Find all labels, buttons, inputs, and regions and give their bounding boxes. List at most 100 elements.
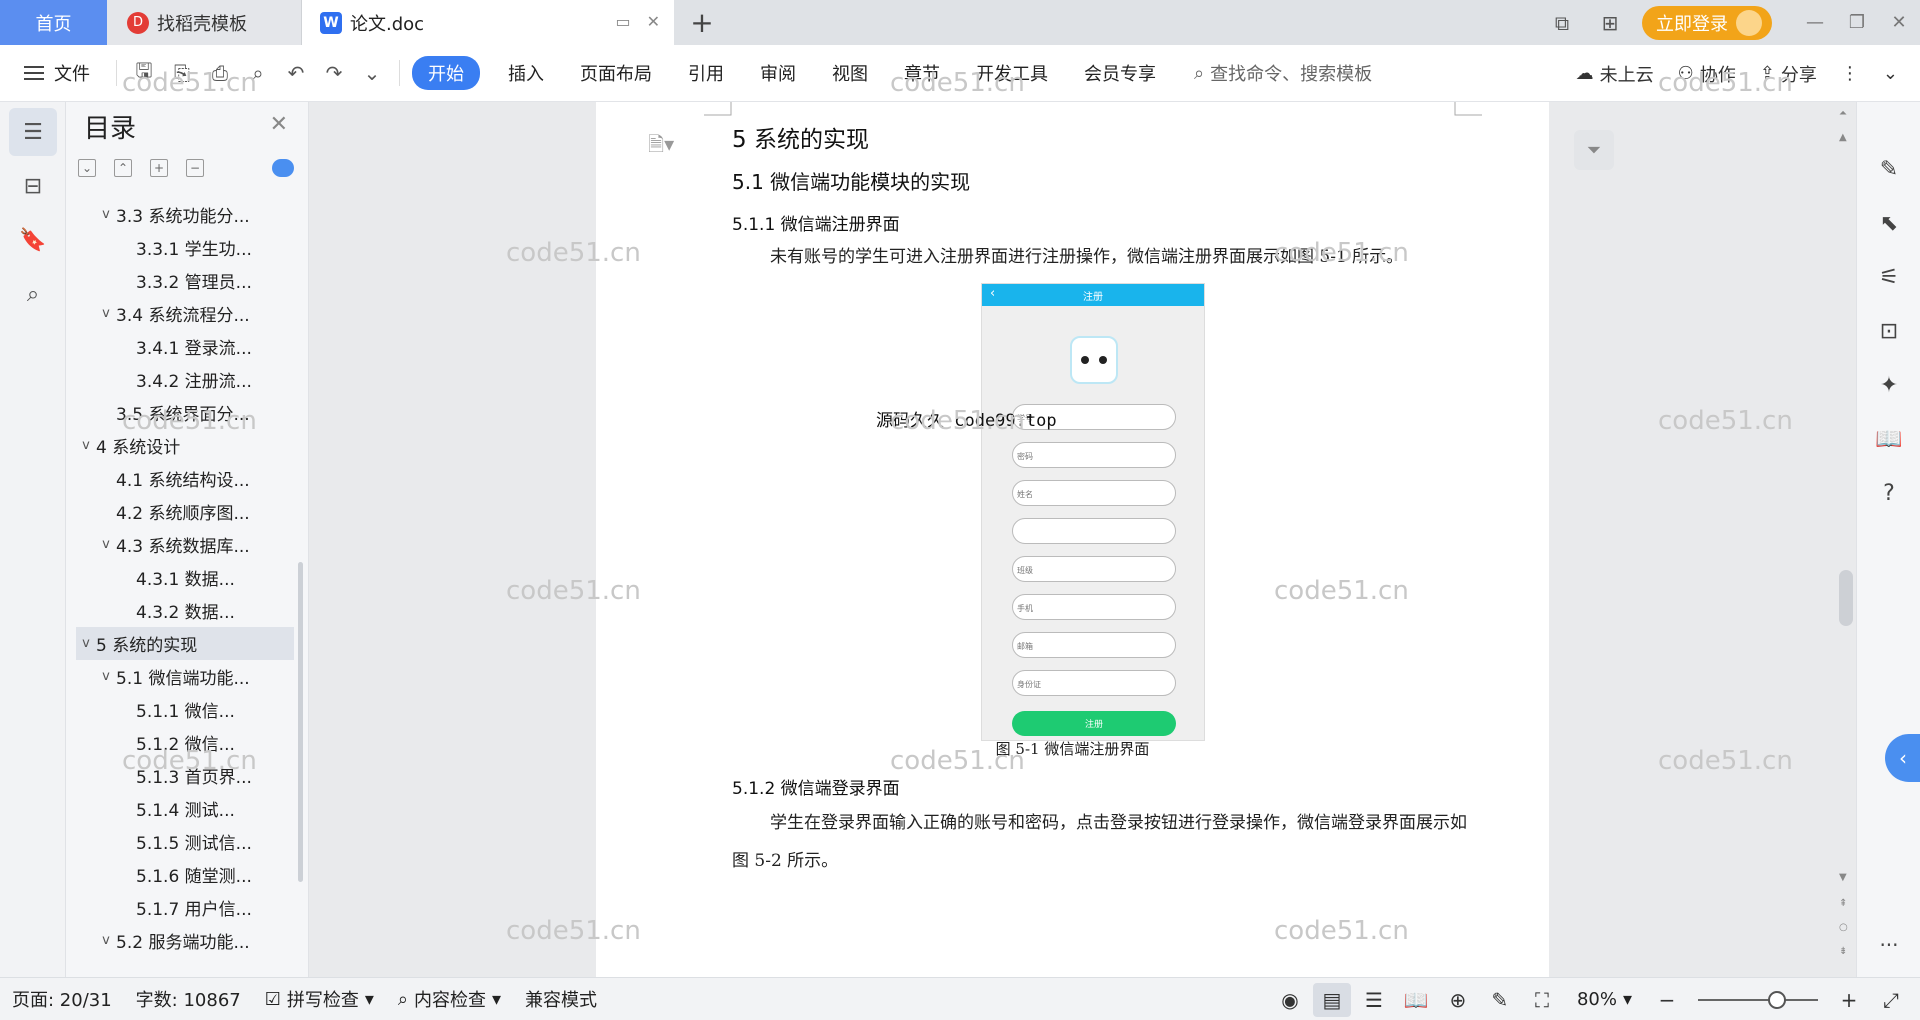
- toc-scrollbar[interactable]: [298, 562, 303, 882]
- command-search[interactable]: ⌕ 查找命令、搜索模板: [1194, 60, 1372, 86]
- ai-spark-icon[interactable]: ✦: [1857, 358, 1920, 412]
- more-horizontal-icon[interactable]: ···: [1857, 933, 1920, 957]
- menu-section[interactable]: 章节: [886, 60, 958, 86]
- select-cursor-icon[interactable]: ⬉: [1857, 196, 1920, 250]
- chevron-down-icon[interactable]: v: [76, 438, 96, 453]
- menu-review[interactable]: 审阅: [742, 60, 814, 86]
- toc-item[interactable]: 5.1.2 微信...: [76, 726, 294, 759]
- toc-item[interactable]: 4.3.1 数据...: [76, 561, 294, 594]
- toc-item[interactable]: v5 系统的实现: [76, 627, 294, 660]
- toc-item[interactable]: 3.5 系统界面分...: [76, 396, 294, 429]
- toc-item[interactable]: v 5.2 服务端功能...: [76, 924, 294, 957]
- export-pdf-icon[interactable]: ⎘: [163, 54, 201, 92]
- scroll-down-icon[interactable]: ▼: [1839, 872, 1847, 883]
- document-page[interactable]: 🗎▾ 5 系统的实现 5.1 微信端功能模块的实现 5.1.1 微信端注册界面 …: [596, 102, 1549, 977]
- toc-item[interactable]: 4.2 系统顺序图...: [76, 495, 294, 528]
- filter-icon[interactable]: ⏷: [1574, 130, 1614, 170]
- spell-check-button[interactable]: ☑ 拼写检查 ▾: [253, 986, 386, 1012]
- write-mode-icon[interactable]: ✎: [1481, 983, 1519, 1017]
- restore-icon[interactable]: ❐: [1836, 0, 1878, 45]
- menu-view[interactable]: 视图: [814, 60, 886, 86]
- tab-home[interactable]: 首页: [0, 0, 107, 45]
- toc-item[interactable]: 5.1.5 测试信...: [76, 825, 294, 858]
- tab-document[interactable]: W 论文.doc ▭ ✕: [302, 0, 674, 45]
- toc-item[interactable]: v 4.3 系统数据库...: [76, 528, 294, 561]
- print-icon[interactable]: ⎙: [201, 54, 239, 92]
- help-icon[interactable]: ?: [1857, 466, 1920, 520]
- scroll-up-icon[interactable]: ▲: [1839, 132, 1847, 143]
- toc-item[interactable]: 5.1.1 微信...: [76, 693, 294, 726]
- fit-page-icon[interactable]: ⛶: [1523, 983, 1561, 1017]
- menu-insert[interactable]: 插入: [490, 60, 562, 86]
- toc-item[interactable]: 4.1 系统结构设...: [76, 462, 294, 495]
- undo-icon[interactable]: ↶: [277, 54, 315, 92]
- apps-grid-icon[interactable]: ⊞: [1586, 0, 1634, 45]
- toc-item[interactable]: v4 系统设计: [76, 429, 294, 462]
- select-browse-icon[interactable]: ○: [1839, 922, 1848, 933]
- page-view-icon[interactable]: ▤: [1312, 982, 1351, 1017]
- file-menu[interactable]: 文件: [0, 60, 108, 86]
- login-button[interactable]: 立即登录: [1642, 5, 1772, 40]
- minimize-icon[interactable]: —: [1794, 0, 1836, 45]
- web-view-icon[interactable]: ⊕: [1439, 983, 1477, 1017]
- save-icon[interactable]: 🖫: [125, 54, 163, 92]
- bookmark-icon[interactable]: 🔖: [9, 216, 57, 264]
- chevron-down-icon[interactable]: v: [96, 669, 116, 684]
- collapse-all-icon[interactable]: ⌄: [78, 159, 96, 177]
- zoom-out-icon[interactable]: −: [1648, 983, 1686, 1017]
- chevron-down-icon[interactable]: v: [96, 933, 116, 948]
- redo-icon[interactable]: ↷: [315, 54, 353, 92]
- toc-item[interactable]: v 3.3 系统功能分...: [76, 198, 294, 231]
- expand-all-icon[interactable]: ⌃: [114, 159, 132, 177]
- tab-daoke-templates[interactable]: D 找稻壳模板: [107, 0, 302, 45]
- toc-item[interactable]: 3.3.2 管理员...: [76, 264, 294, 297]
- collaborate-button[interactable]: ⚇ 协作: [1668, 61, 1746, 87]
- toc-item[interactable]: 5.1.6 随堂测...: [76, 858, 294, 891]
- scroll-top-icon[interactable]: ⏶: [1839, 108, 1847, 119]
- new-tab-button[interactable]: +: [674, 0, 730, 45]
- toc-item[interactable]: 5.1.3 首页界...: [76, 759, 294, 792]
- page-format-icon[interactable]: 🗎▾: [648, 130, 674, 164]
- chevron-down-icon[interactable]: v: [96, 306, 116, 321]
- prev-page-icon[interactable]: ⇞: [1839, 898, 1847, 909]
- chevron-down-icon[interactable]: v: [96, 207, 116, 222]
- vertical-scrollbar[interactable]: ⏶ ▲ ▼ ⇞ ○ ⇟: [1835, 102, 1856, 977]
- scroll-thumb[interactable]: [1839, 570, 1853, 626]
- outline-view-icon[interactable]: ☰: [1355, 983, 1393, 1017]
- pen-icon[interactable]: ✎: [1857, 142, 1920, 196]
- toc-icon[interactable]: ☰: [9, 108, 57, 156]
- next-page-icon[interactable]: ⇟: [1839, 946, 1847, 957]
- menu-home[interactable]: 开始: [412, 56, 480, 90]
- zoom-slider-knob[interactable]: [1768, 990, 1786, 1009]
- image-tool-icon[interactable]: ⊡: [1857, 304, 1920, 358]
- content-check-button[interactable]: ⌕ 内容检查 ▾: [386, 986, 513, 1012]
- chapter-nav-icon[interactable]: ⊟: [9, 162, 57, 210]
- toc-item[interactable]: 3.4.1 登录流...: [76, 330, 294, 363]
- add-heading-icon[interactable]: +: [150, 159, 168, 177]
- chevron-down-icon[interactable]: ⌄: [353, 54, 391, 92]
- toc-item[interactable]: 3.3.1 学生功...: [76, 231, 294, 264]
- toc-item[interactable]: 5.1.7 用户信...: [76, 891, 294, 924]
- toc-item[interactable]: v 3.4 系统流程分...: [76, 297, 294, 330]
- toc-item[interactable]: 3.4.2 注册流...: [76, 363, 294, 396]
- print-preview-icon[interactable]: ⌕: [239, 54, 277, 92]
- reading-view-icon[interactable]: 📖: [1397, 983, 1435, 1017]
- expand-panel-icon[interactable]: ‹: [1885, 734, 1920, 782]
- close-icon[interactable]: ✕: [270, 112, 288, 137]
- collapse-ribbon-icon[interactable]: ⌄: [1873, 63, 1908, 84]
- chevron-down-icon[interactable]: v: [76, 636, 96, 651]
- remove-heading-icon[interactable]: −: [186, 159, 204, 177]
- zoom-level-dropdown[interactable]: 80% ▾: [1565, 989, 1644, 1010]
- menu-page-layout[interactable]: 页面布局: [562, 60, 670, 86]
- close-tab-icon[interactable]: ✕: [647, 12, 660, 31]
- more-vertical-icon[interactable]: ⋮: [1831, 63, 1869, 84]
- layout-icon[interactable]: ⧉: [1538, 0, 1586, 45]
- toc-item[interactable]: v 5.1 微信端功能...: [76, 660, 294, 693]
- word-count[interactable]: 字数: 10867: [124, 986, 253, 1012]
- page-indicator[interactable]: 页面: 20/31: [0, 986, 124, 1012]
- window-mode-icon[interactable]: ▭: [615, 12, 630, 31]
- eye-protection-icon[interactable]: ◉: [1271, 983, 1309, 1017]
- menu-references[interactable]: 引用: [670, 60, 742, 86]
- settings-sliders-icon[interactable]: ⚟: [1857, 250, 1920, 304]
- ai-assistant-icon[interactable]: [272, 159, 294, 177]
